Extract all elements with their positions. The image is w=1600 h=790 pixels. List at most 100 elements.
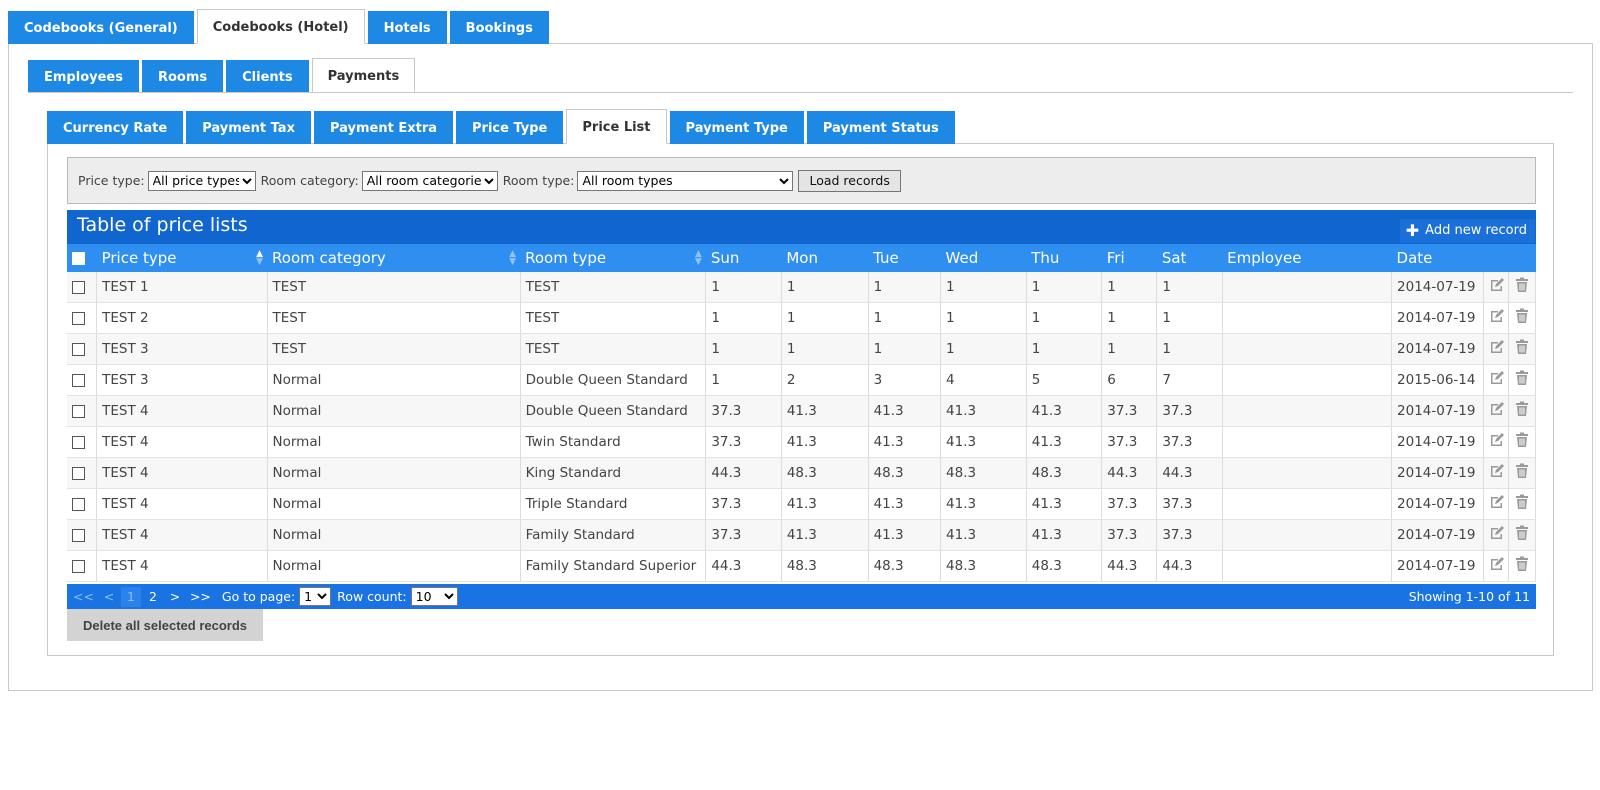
table-cell: Normal	[267, 426, 521, 458]
sort-icon[interactable]: ▲ ▼	[695, 250, 702, 267]
row-checkbox[interactable]	[72, 435, 85, 449]
table-cell: 1	[868, 302, 942, 334]
col-room-type[interactable]: Room type ▲ ▼	[520, 244, 706, 272]
trash-icon[interactable]	[1514, 463, 1530, 483]
table-cell: 1	[705, 272, 782, 303]
trash-icon[interactable]	[1514, 277, 1530, 297]
table-cell: 2014-07-19	[1391, 333, 1484, 365]
next-page-button[interactable]: >	[165, 587, 185, 607]
goto-page-select[interactable]: 1	[299, 587, 332, 606]
table-cell	[1222, 333, 1393, 365]
edit-cell	[1483, 426, 1510, 458]
room-category-select[interactable]: All room categories	[361, 170, 498, 191]
add-new-record-button[interactable]: ✚ Add new record	[1399, 219, 1535, 243]
payment-tabs: Currency Rate Payment Tax Payment Extra Pri…	[47, 109, 958, 144]
table-cell	[1222, 550, 1393, 582]
edit-icon[interactable]	[1489, 463, 1505, 483]
table-cell: 41.3	[781, 519, 869, 551]
tab-bookings[interactable]: Bookings	[449, 11, 549, 44]
table-cell: TEST 4	[96, 457, 268, 489]
trash-icon[interactable]	[1514, 525, 1530, 545]
row-select-cell	[67, 426, 98, 458]
tab-hotels[interactable]: Hotels	[367, 11, 447, 44]
select-all-checkbox[interactable]	[72, 252, 85, 265]
delete-cell	[1508, 519, 1536, 551]
table-cell: Normal	[267, 550, 521, 582]
edit-icon[interactable]	[1489, 370, 1505, 390]
room-category-label: Room category:	[260, 173, 359, 188]
row-select-cell	[67, 395, 98, 427]
table-cell: 41.3	[940, 426, 1027, 458]
row-select-cell	[67, 364, 98, 396]
first-page-button[interactable]: <<	[70, 587, 97, 607]
edit-icon[interactable]	[1489, 432, 1505, 452]
price-type-select[interactable]: All price types	[147, 170, 256, 191]
row-checkbox[interactable]	[72, 280, 85, 294]
sort-icon[interactable]: ▲ ▼	[256, 250, 263, 267]
edit-icon[interactable]	[1489, 525, 1505, 545]
row-checkbox[interactable]	[72, 311, 85, 325]
room-type-select[interactable]: All room types	[577, 170, 794, 191]
trash-icon[interactable]	[1514, 556, 1530, 576]
load-records-button[interactable]: Load records	[798, 169, 901, 192]
trash-icon[interactable]	[1514, 370, 1530, 390]
row-checkbox[interactable]	[72, 559, 85, 573]
tab-employees[interactable]: Employees	[28, 60, 139, 93]
prev-page-button[interactable]: <	[99, 587, 119, 607]
table-cell: 1	[1156, 333, 1223, 365]
row-select-cell	[67, 519, 98, 551]
trash-icon[interactable]	[1514, 494, 1530, 514]
table-cell: 41.3	[868, 426, 942, 458]
row-count-select[interactable]: 10	[410, 587, 458, 606]
row-checkbox[interactable]	[72, 342, 85, 356]
price-type-label: Price type:	[78, 173, 145, 188]
table-row: TEST 2 TEST TEST 1 1 1 1 1 1 1 2014-07-19	[67, 302, 1536, 334]
tab-rooms[interactable]: Rooms	[141, 60, 224, 93]
edit-icon[interactable]	[1489, 277, 1505, 297]
row-checkbox[interactable]	[72, 497, 85, 511]
table-cell: 1	[1156, 272, 1223, 303]
row-select-cell	[67, 550, 98, 582]
edit-icon[interactable]	[1489, 556, 1505, 576]
col-date: Date	[1391, 244, 1484, 272]
row-checkbox[interactable]	[72, 373, 85, 387]
tab-price-type[interactable]: Price Type	[456, 111, 564, 144]
edit-icon[interactable]	[1489, 401, 1505, 421]
tab-price-list[interactable]: Price List	[566, 109, 667, 144]
delete-selected-button[interactable]: Delete all selected records	[67, 609, 263, 641]
tab-codebooks-general[interactable]: Codebooks (General)	[8, 11, 194, 44]
tab-payment-type[interactable]: Payment Type	[669, 111, 804, 144]
tab-currency-rate[interactable]: Currency Rate	[47, 111, 184, 144]
trash-icon[interactable]	[1514, 308, 1530, 328]
edit-icon[interactable]	[1489, 308, 1505, 328]
trash-icon[interactable]	[1514, 401, 1530, 421]
tab-payment-extra[interactable]: Payment Extra	[313, 111, 453, 144]
table-cell: 37.3	[1101, 488, 1158, 520]
edit-icon[interactable]	[1489, 339, 1505, 359]
col-room-category[interactable]: Room category ▲ ▼	[267, 244, 521, 272]
col-edit	[1483, 244, 1509, 272]
trash-icon[interactable]	[1514, 432, 1530, 452]
tab-codebooks-hotel[interactable]: Codebooks (Hotel)	[196, 9, 365, 44]
page-2-button[interactable]: 2	[143, 587, 163, 607]
sort-icon[interactable]: ▲ ▼	[509, 250, 516, 267]
trash-icon[interactable]	[1514, 339, 1530, 359]
table-cell	[1222, 302, 1393, 334]
table-cell: 6	[1101, 364, 1158, 396]
delete-cell	[1508, 426, 1536, 458]
table-cell: Family Standard Superior	[520, 550, 707, 582]
tab-payment-status[interactable]: Payment Status	[806, 111, 955, 144]
tab-clients[interactable]: Clients	[226, 60, 309, 93]
page-1-button[interactable]: 1	[120, 586, 141, 607]
row-checkbox[interactable]	[72, 528, 85, 542]
table-cell: TEST 4	[96, 519, 268, 551]
table-cell: 41.3	[940, 488, 1027, 520]
table-cell: 1	[781, 333, 869, 365]
last-page-button[interactable]: >>	[187, 587, 214, 607]
col-price-type[interactable]: Price type ▲ ▼	[96, 244, 268, 272]
row-checkbox[interactable]	[72, 404, 85, 418]
row-checkbox[interactable]	[72, 466, 85, 480]
edit-icon[interactable]	[1489, 494, 1505, 514]
tab-payments[interactable]: Payments	[311, 58, 416, 93]
tab-payment-tax[interactable]: Payment Tax	[186, 111, 311, 144]
